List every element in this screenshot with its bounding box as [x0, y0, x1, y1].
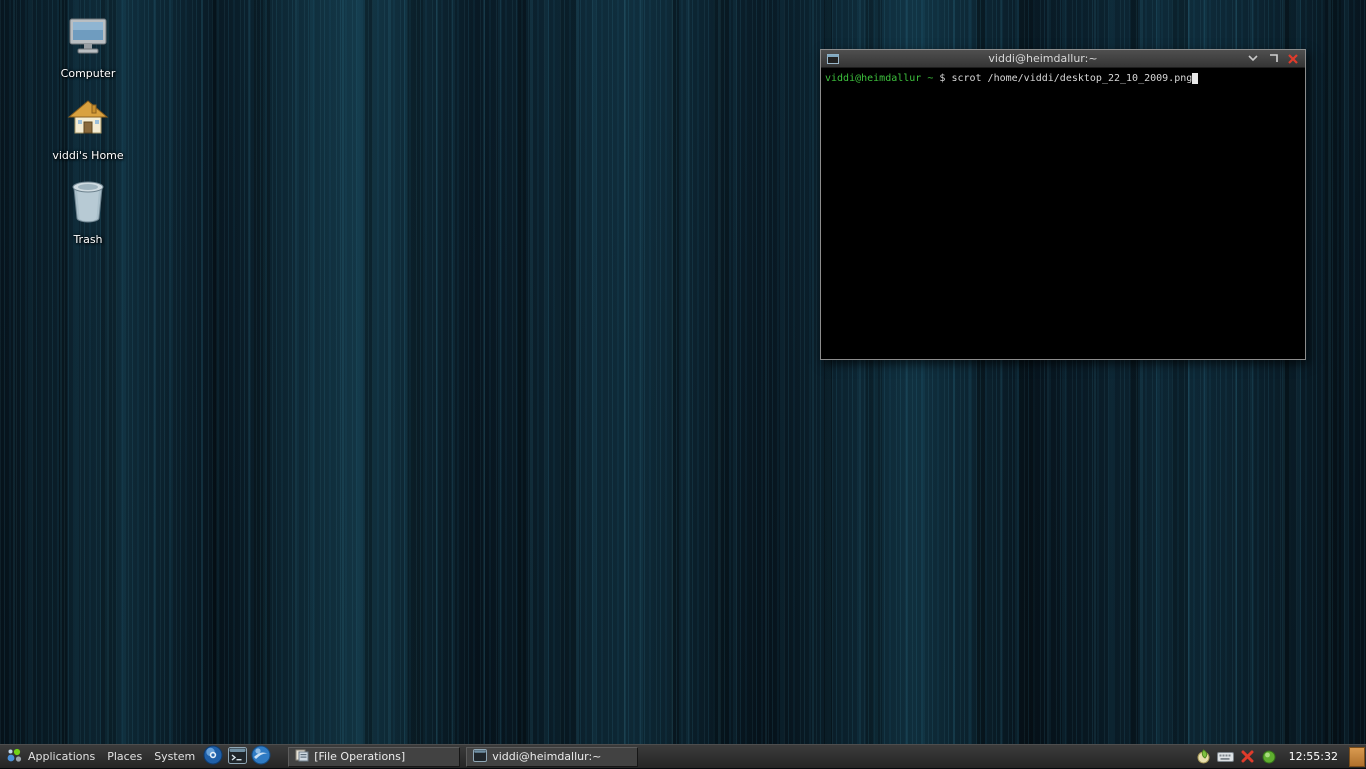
- terminal-command: scrot /home/viddi/desktop_22_10_2009.png: [951, 73, 1192, 84]
- desktop-icon-trash[interactable]: Trash: [42, 178, 134, 246]
- task-file-operations[interactable]: [File Operations]: [288, 747, 460, 767]
- terminal-prompt: viddi@heimdallur ~: [825, 73, 939, 84]
- browser2-launcher[interactable]: [249, 745, 273, 769]
- menu-system[interactable]: System: [148, 745, 201, 769]
- terminal-launcher[interactable]: [225, 745, 249, 769]
- window-list: [File Operations] viddi@heimdallur:~: [285, 747, 641, 767]
- terminal-title: viddi@heimdallur:~: [845, 50, 1241, 68]
- status-orb-icon[interactable]: [1261, 748, 1278, 765]
- distro-logo-icon: [6, 747, 23, 767]
- trash-icon: [42, 178, 134, 230]
- menu-applications-label: Applications: [28, 750, 95, 763]
- panel-clock[interactable]: 12:55:32: [1283, 750, 1344, 763]
- alert-x-icon[interactable]: [1239, 748, 1256, 765]
- shade-button[interactable]: [1245, 52, 1261, 66]
- maximize-button[interactable]: [1265, 52, 1281, 66]
- task-terminal[interactable]: viddi@heimdallur:~: [466, 747, 638, 767]
- update-notifier-icon[interactable]: [1195, 748, 1212, 765]
- terminal-prompt-symbol: $: [939, 73, 951, 84]
- maximize-icon: [1269, 54, 1278, 63]
- chevron-down-icon: [1248, 55, 1258, 62]
- desktop-icon-label: Computer: [42, 67, 134, 80]
- home-icon: [42, 98, 134, 146]
- terminal-window: viddi@heimdallur:~ viddi@heimdallur ~ $ …: [820, 49, 1306, 360]
- task-label: [File Operations]: [314, 750, 405, 763]
- terminal-cursor: [1192, 73, 1198, 84]
- computer-icon: [42, 16, 134, 64]
- desktop-icon-computer[interactable]: Computer: [42, 16, 134, 80]
- menu-places-label: Places: [107, 750, 142, 763]
- terminal-titlebar[interactable]: viddi@heimdallur:~: [821, 50, 1305, 68]
- close-icon: [1288, 54, 1298, 64]
- blue-sphere-browser-icon: [251, 745, 271, 768]
- task-label: viddi@heimdallur:~: [492, 750, 601, 763]
- pager-applet[interactable]: [1349, 747, 1365, 767]
- terminal-icon: [473, 749, 487, 765]
- terminal-line: viddi@heimdallur ~ $ scrot /home/viddi/d…: [825, 72, 1301, 85]
- terminal-body[interactable]: viddi@heimdallur ~ $ scrot /home/viddi/d…: [821, 69, 1305, 359]
- menu-places[interactable]: Places: [101, 745, 148, 769]
- desktop-icon-label: viddi's Home: [42, 149, 134, 162]
- file-operations-icon: [295, 748, 309, 765]
- keyboard-indicator-icon[interactable]: [1217, 748, 1234, 765]
- menu-system-label: System: [154, 750, 195, 763]
- bottom-panel: Applications Places System: [0, 744, 1366, 768]
- system-tray: 12:55:32: [1195, 747, 1366, 767]
- globe-browser-icon: [203, 745, 223, 768]
- desktop-icon-home[interactable]: viddi's Home: [42, 98, 134, 162]
- terminal-icon: [228, 747, 247, 767]
- terminal-window-icon: [825, 52, 841, 66]
- close-button[interactable]: [1285, 52, 1301, 66]
- menu-applications[interactable]: Applications: [0, 745, 101, 769]
- browser-launcher[interactable]: [201, 745, 225, 769]
- desktop-icon-label: Trash: [42, 233, 134, 246]
